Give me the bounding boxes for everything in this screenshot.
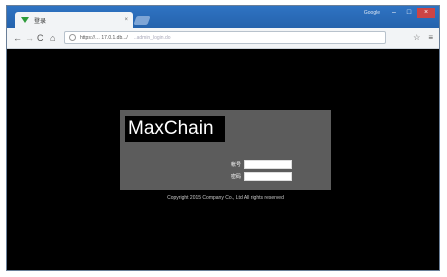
url-path-text: ..admin_login.do bbox=[133, 34, 171, 41]
bookmark-star-icon[interactable]: ☆ bbox=[413, 32, 420, 44]
profile-name[interactable]: Google bbox=[364, 8, 380, 18]
minimize-button[interactable]: – bbox=[387, 8, 401, 18]
home-icon[interactable]: ⌂ bbox=[50, 32, 55, 44]
browser-toolbar: ← → C ⌂ https://… 17.0.1.db.../ ..admin_… bbox=[7, 28, 439, 49]
page-content: MaxChain 帐号 密码 Copyright 2015 Company Co… bbox=[7, 49, 439, 270]
maximize-button[interactable]: □ bbox=[402, 8, 416, 18]
toolbar-actions: ☆ ≡ bbox=[413, 32, 433, 44]
favicon-icon bbox=[21, 17, 29, 23]
url-text: https://… 17.0.1.db.../ bbox=[80, 34, 128, 41]
username-row: 帐号 bbox=[215, 160, 292, 169]
browser-tab[interactable]: 登录 × bbox=[15, 12, 133, 28]
password-input[interactable] bbox=[244, 172, 292, 181]
browser-window: 登录 × Google – □ × ← → C ⌂ https://… 17.0… bbox=[6, 5, 440, 271]
menu-icon[interactable]: ≡ bbox=[428, 32, 433, 44]
copyright-text: Copyright 2015 Company Co., Ltd All righ… bbox=[167, 195, 284, 201]
password-row: 密码 bbox=[215, 172, 292, 181]
login-panel: MaxChain 帐号 密码 bbox=[120, 110, 331, 190]
address-bar[interactable]: https://… 17.0.1.db.../ ..admin_login.do bbox=[64, 31, 386, 44]
close-window-button[interactable]: × bbox=[417, 8, 435, 18]
tab-close-icon[interactable]: × bbox=[124, 17, 128, 23]
password-label: 密码 bbox=[230, 174, 241, 180]
back-arrow-icon[interactable]: ← bbox=[13, 32, 22, 44]
username-input[interactable] bbox=[244, 160, 292, 169]
brand-logo: MaxChain bbox=[125, 116, 225, 142]
reload-icon[interactable]: C bbox=[37, 32, 44, 44]
forward-arrow-icon[interactable]: → bbox=[25, 32, 34, 44]
tab-title: 登录 bbox=[34, 18, 47, 25]
page-info-icon[interactable] bbox=[69, 34, 76, 41]
new-tab-button[interactable] bbox=[133, 16, 151, 25]
title-bar: 登录 × Google – □ × bbox=[7, 6, 439, 28]
username-label: 帐号 bbox=[230, 162, 241, 168]
window-controls: Google – □ × bbox=[364, 8, 435, 18]
